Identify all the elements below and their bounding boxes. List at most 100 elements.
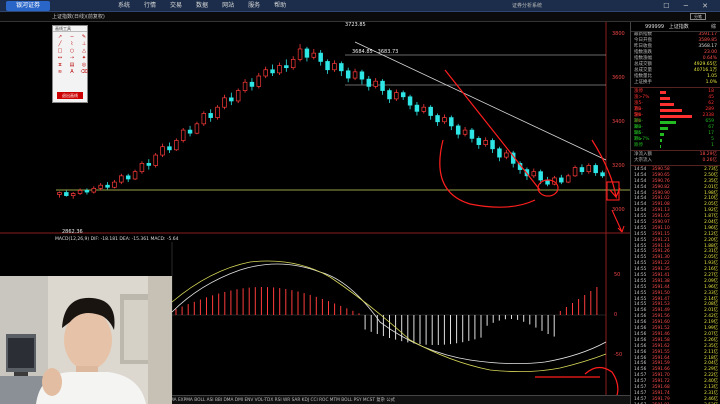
draw-arrow-icon[interactable]: ↗ bbox=[55, 35, 65, 40]
candle-body bbox=[469, 129, 475, 139]
candle-body bbox=[421, 106, 427, 112]
candle-body bbox=[270, 69, 275, 74]
window-controls[interactable]: ☐ ─ ✕ bbox=[663, 0, 714, 12]
draw-rect-icon[interactable]: □ bbox=[55, 49, 65, 54]
menu-item-system[interactable]: 系统 bbox=[118, 0, 130, 12]
macd-axis-label: 0 bbox=[614, 312, 618, 318]
menu-item-help[interactable]: 帮助 bbox=[274, 0, 286, 12]
tick-list[interactable]: 14:54 3590.58 2.73亿 14:54 3590.65 2.50亿 14:54 3… bbox=[631, 167, 720, 404]
annotation-arrow bbox=[611, 209, 625, 233]
draw-hline-icon[interactable]: ─ bbox=[67, 35, 77, 40]
candle-body bbox=[194, 123, 200, 134]
candle-body bbox=[297, 48, 303, 60]
menu-item-data[interactable]: 数据 bbox=[196, 0, 208, 12]
candle-body bbox=[215, 106, 220, 118]
price-axis-label: 3000 bbox=[612, 207, 625, 213]
draw-star-icon[interactable]: ✦ bbox=[79, 56, 89, 61]
draw-channel-icon[interactable]: ▤ bbox=[67, 63, 77, 68]
candle-body bbox=[318, 52, 323, 62]
draw-fib-icon[interactable]: ⧖ bbox=[55, 63, 65, 68]
candle-body bbox=[91, 187, 97, 193]
price-axis-label: 3400 bbox=[612, 119, 625, 125]
exit-drawing-button[interactable]: 退出画线 bbox=[57, 92, 83, 99]
candle-body bbox=[98, 184, 103, 189]
draw-cycle-icon[interactable]: ≋ bbox=[55, 70, 65, 75]
candle-body bbox=[462, 129, 468, 135]
quote-panel: 999999 上证指数 综 最新指数 3591.17 今日开盘 3589.85 昨日收盘… bbox=[630, 22, 720, 404]
price-axis-label: 3800 bbox=[612, 31, 625, 37]
webcam-overlay bbox=[0, 276, 172, 404]
annotation-stroke bbox=[439, 139, 536, 208]
high-label: 3723.85 bbox=[345, 22, 366, 28]
erase-icon[interactable]: ⌫ bbox=[79, 70, 89, 75]
candle-body bbox=[229, 97, 234, 102]
index-mark: 综 bbox=[710, 24, 716, 30]
draw-circle-icon[interactable]: ◎ bbox=[79, 63, 89, 68]
quote-value: 1.0% bbox=[705, 80, 717, 85]
draw-triangle-icon[interactable]: △ bbox=[79, 49, 89, 54]
menu-item-trade[interactable]: 交易 bbox=[170, 0, 182, 12]
macd-header: MACD(12,26,9) DIF: -18.181 DEA: -15.361 … bbox=[55, 237, 179, 242]
candle-body bbox=[414, 104, 420, 112]
candle-body bbox=[504, 152, 509, 158]
candle-body bbox=[57, 192, 62, 195]
candle-body bbox=[380, 80, 385, 91]
candle-body bbox=[125, 175, 131, 180]
flow-row: 大宗流入 0.26亿 bbox=[631, 158, 720, 164]
distribution-bar bbox=[660, 120, 676, 124]
candle-body bbox=[352, 71, 358, 79]
menu-item-web[interactable]: 网站 bbox=[222, 0, 234, 12]
flow-key: 大宗流入 bbox=[634, 158, 652, 163]
draw-line-icon[interactable]: ╱ bbox=[55, 42, 65, 47]
distribution-row: 跌停 1 bbox=[631, 143, 720, 149]
candle-body bbox=[538, 171, 543, 181]
candle-body bbox=[208, 113, 213, 118]
distribution-bar bbox=[660, 144, 661, 148]
candle-body bbox=[153, 154, 158, 166]
candle-body bbox=[180, 129, 186, 141]
index-code: 999999 bbox=[645, 24, 665, 30]
draw-ray-icon[interactable]: ⇢ bbox=[67, 56, 77, 61]
macd-axis-label: -50 bbox=[614, 352, 623, 358]
candle-body bbox=[112, 181, 117, 188]
candle-body bbox=[476, 138, 482, 145]
menu-item-quote[interactable]: 行情 bbox=[144, 0, 156, 12]
candle-body bbox=[167, 146, 172, 151]
quote-row: 上证换手 1.0% bbox=[631, 80, 720, 86]
candle-body bbox=[435, 115, 440, 123]
draw-wave-icon[interactable]: ⌇ bbox=[67, 42, 77, 47]
distribution-count: 1 bbox=[711, 143, 714, 148]
candle-body bbox=[359, 71, 365, 80]
tick-detail-button[interactable]: 分笔 bbox=[690, 13, 706, 20]
candle-body bbox=[64, 192, 69, 196]
price-axis-label: 3600 bbox=[612, 75, 625, 81]
distribution-bar bbox=[660, 114, 692, 118]
candle-body bbox=[449, 117, 454, 127]
candle-body bbox=[105, 184, 110, 188]
draw-ellipse-icon[interactable]: ○ bbox=[67, 49, 77, 54]
candle-body bbox=[593, 165, 598, 174]
candle-body bbox=[531, 171, 537, 177]
candle-body bbox=[84, 190, 90, 193]
quote-key: 上证换手 bbox=[634, 80, 652, 85]
candle-body bbox=[586, 165, 592, 173]
chart-title: 上证指数(日线)(前复权) bbox=[52, 14, 105, 20]
candle-body bbox=[455, 125, 461, 135]
candle-body bbox=[277, 65, 282, 74]
draw-text-icon[interactable]: A bbox=[67, 70, 77, 75]
candle-body bbox=[559, 177, 564, 183]
distribution-bar bbox=[660, 126, 668, 130]
draw-vline-icon[interactable]: ⊥ bbox=[79, 42, 89, 47]
candle-body bbox=[366, 78, 372, 87]
distribution-bar bbox=[660, 138, 662, 142]
indicator-tabs[interactable]: 模版 MA EXPMA BOLL ASI BBI DMA DMI ENV VOL… bbox=[160, 395, 630, 404]
distribution-bar bbox=[660, 102, 674, 106]
candle-body bbox=[119, 175, 124, 183]
candle-body bbox=[565, 175, 571, 183]
broker-logo: 银河证券 bbox=[6, 1, 50, 11]
menu-item-service[interactable]: 服务 bbox=[248, 0, 260, 12]
candle-body bbox=[290, 59, 296, 69]
draw-pen-icon[interactable]: ✎ bbox=[79, 35, 89, 40]
flow-value: 0.26亿 bbox=[702, 158, 717, 163]
draw-range-icon[interactable]: ↔ bbox=[55, 56, 65, 61]
